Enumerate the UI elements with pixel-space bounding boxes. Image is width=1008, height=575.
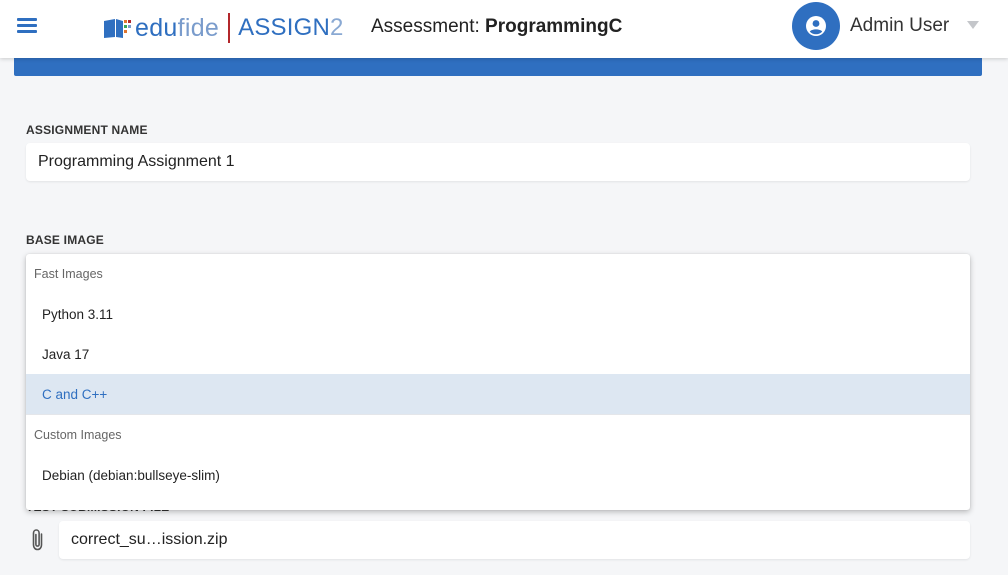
option-debian[interactable]: Debian (debian:bullseye-slim) bbox=[26, 455, 970, 495]
chevron-down-icon[interactable] bbox=[967, 21, 979, 29]
paperclip-icon[interactable] bbox=[29, 528, 47, 552]
logo-divider bbox=[228, 13, 231, 43]
test-submission-file-input[interactable]: correct_su…ission.zip bbox=[59, 521, 970, 559]
user-name[interactable]: Admin User bbox=[850, 15, 949, 37]
assessment-name: ProgrammingC bbox=[485, 16, 623, 37]
logo-wordmark: edufide bbox=[135, 13, 220, 42]
top-bar: edufide ASSIGN2 Assessment: ProgrammingC… bbox=[0, 0, 1008, 58]
option-python[interactable]: Python 3.11 bbox=[26, 294, 970, 334]
base-image-dropdown-menu: Fast Images Python 3.11 Java 17 C and C+… bbox=[26, 254, 970, 510]
assessment-label: Assessment: bbox=[371, 16, 480, 37]
base-image-label: BASE IMAGE bbox=[26, 233, 105, 247]
option-c-cpp[interactable]: C and C++ bbox=[26, 374, 970, 414]
menu-icon[interactable] bbox=[17, 18, 37, 34]
app-logo[interactable]: edufide ASSIGN2 bbox=[103, 10, 344, 46]
assessment-title: Assessment: ProgrammingC bbox=[371, 16, 622, 38]
user-circle-icon bbox=[806, 16, 826, 36]
book-logo-icon bbox=[104, 19, 131, 38]
group-header-custom-images: Custom Images bbox=[34, 428, 122, 442]
group-header-fast-images: Fast Images bbox=[34, 267, 103, 281]
assignment-name-input[interactable]: Programming Assignment 1 bbox=[26, 143, 970, 181]
logo-assign: ASSIGN2 bbox=[238, 14, 344, 41]
user-avatar[interactable] bbox=[792, 2, 840, 50]
option-java[interactable]: Java 17 bbox=[26, 334, 970, 374]
assignment-name-label: ASSIGNMENT NAME bbox=[26, 123, 148, 137]
